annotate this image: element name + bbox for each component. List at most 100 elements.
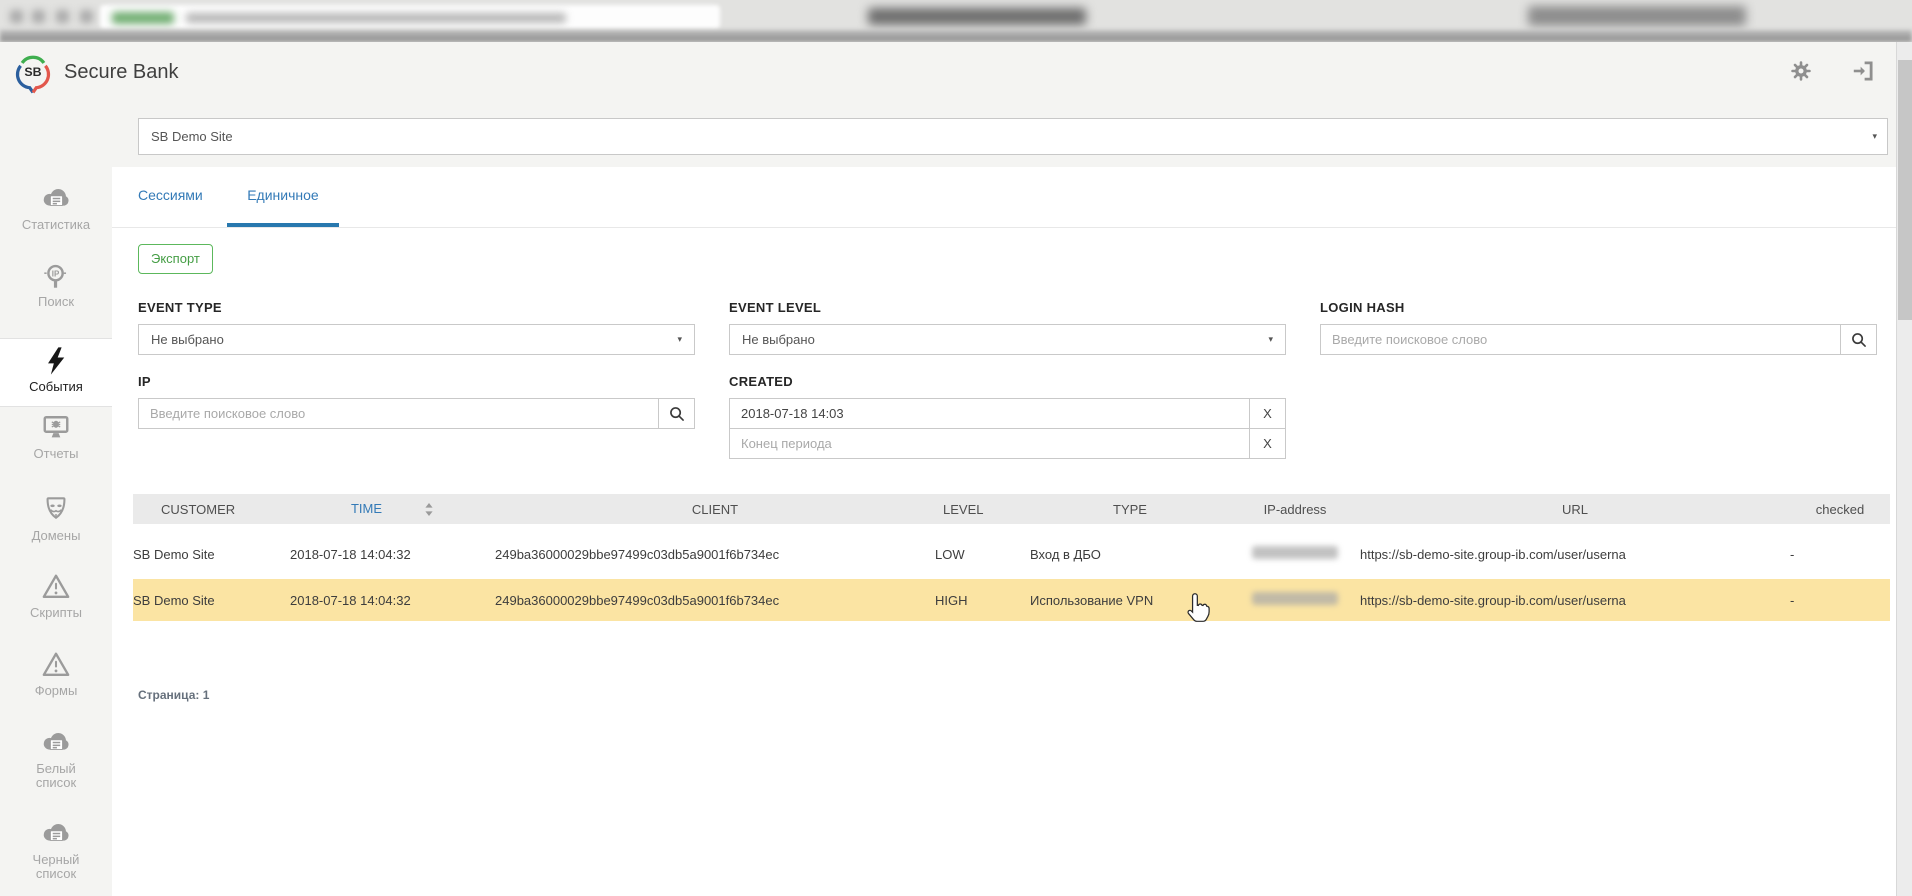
- chevron-down-icon: ▾: [1268, 334, 1273, 344]
- search-icon: [1849, 330, 1869, 350]
- sidebar-item-forms[interactable]: Формы: [0, 650, 112, 698]
- created-start-clear-button[interactable]: X: [1249, 398, 1286, 429]
- sidebar-item-label: Скрипты: [30, 605, 82, 620]
- anonymous-mask-icon: [41, 495, 71, 525]
- events-table: CUSTOMER TIME CLIENT LEVEL TYPE IP-addre…: [133, 494, 1890, 621]
- column-header-client[interactable]: CLIENT: [495, 494, 935, 533]
- sidebar-item-label: Формы: [34, 683, 78, 698]
- scrollbar-track[interactable]: [1896, 42, 1912, 896]
- url-text-blur: [186, 13, 566, 23]
- filter-event-level: EVENT LEVEL Не выбрано ▾: [729, 300, 1286, 355]
- sidebar: Статистика Поиск События Отчеты Домены С…: [0, 102, 112, 896]
- created-start-input[interactable]: [729, 398, 1249, 429]
- sidebar-item-blacklist[interactable]: Черный список: [0, 819, 112, 881]
- settings-gear-icon[interactable]: [1788, 58, 1814, 84]
- cell-url: https://sb-demo-site.group-ib.com/user/u…: [1360, 528, 1790, 579]
- logout-icon[interactable]: [1850, 58, 1876, 84]
- filter-label: CREATED: [729, 374, 793, 389]
- site-selector-value: SB Demo Site: [151, 129, 233, 144]
- cell-time: 2018-07-18 14:04:32: [290, 577, 495, 621]
- sidebar-item-reports[interactable]: Отчеты: [0, 413, 112, 461]
- lightning-icon: [41, 346, 71, 376]
- column-header-url[interactable]: URL: [1360, 494, 1790, 533]
- event-type-value: Не выбрано: [151, 332, 224, 347]
- cell-customer: SB Demo Site: [133, 577, 290, 621]
- search-icon: [667, 404, 687, 424]
- cell-ip: [1230, 528, 1360, 579]
- column-header-type[interactable]: TYPE: [1030, 494, 1230, 533]
- brand-title: Secure Bank: [64, 60, 179, 83]
- column-header-customer[interactable]: CUSTOMER: [133, 494, 290, 533]
- brand: Secure Bank: [14, 50, 179, 94]
- pagination-label: Страница: 1: [138, 688, 210, 702]
- sidebar-item-events[interactable]: События: [0, 346, 112, 394]
- sidebar-item-statistics[interactable]: Статистика: [0, 184, 112, 232]
- table-row[interactable]: SB Demo Site 2018-07-18 14:04:32 249ba36…: [133, 528, 1890, 579]
- table-row-highlighted[interactable]: SB Demo Site 2018-07-18 14:04:32 249ba36…: [133, 577, 1890, 621]
- filter-event-type: EVENT TYPE Не выбрано ▾: [138, 300, 695, 355]
- cell-client: 249ba36000029bbe97499c03db5a9001f6b734ec: [495, 577, 935, 621]
- sidebar-item-label: Отчеты: [33, 446, 79, 461]
- ip-input[interactable]: [138, 398, 658, 429]
- tab-sessions[interactable]: Сессиями: [118, 167, 223, 227]
- chevron-down-icon: ▾: [677, 334, 682, 344]
- cell-url: https://sb-demo-site.group-ib.com/user/u…: [1360, 577, 1790, 621]
- cell-level: HIGH: [935, 577, 1030, 621]
- site-selector[interactable]: SB Demo Site ▾: [138, 118, 1888, 155]
- browser-button-blur: [32, 10, 45, 23]
- cloud-list-icon: [41, 819, 71, 849]
- secure-badge-blur: [112, 12, 174, 24]
- filter-login-hash: LOGIN HASH: [1320, 300, 1877, 355]
- main-panel: Сессиями Единичное Экспорт EVENT TYPE Не…: [112, 167, 1896, 896]
- sidebar-item-whitelist[interactable]: Белый список: [0, 728, 112, 790]
- cell-type: Вход в ДБО: [1030, 528, 1230, 579]
- app-header: Secure Bank: [0, 42, 1912, 102]
- sort-icon[interactable]: [424, 502, 434, 517]
- cell-checked: -: [1790, 577, 1890, 621]
- sidebar-item-label: Поиск: [37, 294, 75, 309]
- tab-single[interactable]: Единичное: [227, 167, 340, 227]
- filters: EVENT TYPE Не выбрано ▾ EVENT LEVEL Не в…: [138, 300, 1877, 459]
- chrome-block-blur: [1528, 6, 1746, 26]
- filter-label: LOGIN HASH: [1320, 300, 1405, 315]
- login-hash-input[interactable]: [1320, 324, 1840, 355]
- warning-triangle-icon: [41, 572, 71, 602]
- browser-button-blur: [80, 10, 93, 23]
- monitor-bug-icon: [41, 413, 71, 443]
- chrome-block-blur: [868, 8, 1086, 25]
- cell-checked: -: [1790, 528, 1890, 579]
- sidebar-item-label: Домены: [31, 528, 81, 543]
- column-header-checked[interactable]: checked: [1790, 494, 1890, 533]
- cloud-list-icon: [41, 728, 71, 758]
- filter-ip: IP: [138, 374, 695, 459]
- sidebar-item-scripts[interactable]: Скрипты: [0, 572, 112, 620]
- column-header-time[interactable]: TIME: [290, 494, 495, 533]
- sidebar-item-label: События: [29, 379, 83, 394]
- sidebar-item-search[interactable]: Поиск: [0, 261, 112, 309]
- export-button[interactable]: Экспорт: [138, 244, 213, 274]
- sidebar-item-domains[interactable]: Домены: [0, 495, 112, 543]
- login-hash-search-button[interactable]: [1840, 324, 1877, 355]
- cloud-list-icon: [41, 184, 71, 214]
- filter-created: CREATED X X: [729, 374, 1286, 459]
- ip-value-redacted: [1252, 546, 1338, 559]
- cell-client: 249ba36000029bbe97499c03db5a9001f6b734ec: [495, 528, 935, 579]
- sidebar-item-label: Статистика: [21, 217, 91, 232]
- event-level-value: Не выбрано: [742, 332, 815, 347]
- ip-search-button[interactable]: [658, 398, 695, 429]
- created-end-clear-button[interactable]: X: [1249, 428, 1286, 459]
- event-level-select[interactable]: Не выбрано ▾: [729, 324, 1286, 355]
- tab-bar: Сессиями Единичное: [112, 167, 1896, 228]
- event-type-select[interactable]: Не выбрано ▾: [138, 324, 695, 355]
- column-header-ip[interactable]: IP-address: [1230, 494, 1360, 533]
- browser-button-blur: [56, 10, 69, 23]
- ip-search-icon: [41, 261, 71, 291]
- ip-value-redacted: [1252, 592, 1338, 605]
- column-header-level[interactable]: LEVEL: [935, 494, 1030, 533]
- chrome-bottom-edge: [0, 30, 1912, 42]
- created-end-input[interactable]: [729, 428, 1249, 459]
- column-header-time-label: TIME: [350, 500, 383, 516]
- scrollbar-thumb[interactable]: [1898, 60, 1912, 320]
- cell-time: 2018-07-18 14:04:32: [290, 528, 495, 579]
- sb-logo-icon: [14, 50, 52, 94]
